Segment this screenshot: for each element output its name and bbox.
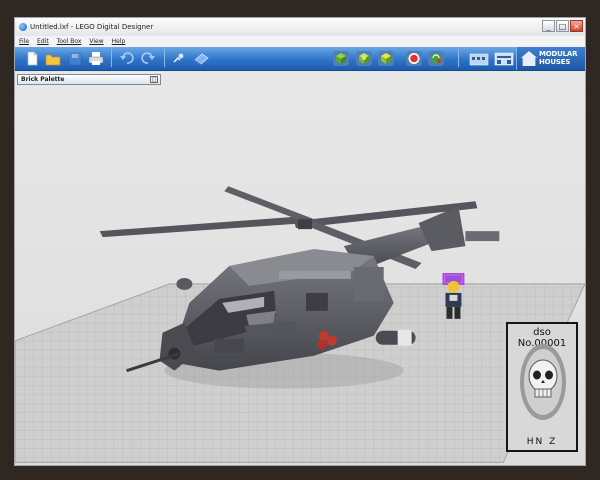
menu-file[interactable]: File — [19, 38, 29, 45]
share-icon[interactable] — [427, 50, 445, 67]
modular-houses-theme[interactable]: MODULAR HOUSES — [516, 47, 585, 70]
bricks-icon[interactable] — [377, 50, 395, 67]
app-icon — [19, 23, 27, 31]
menu-view[interactable]: View — [89, 38, 103, 45]
build-viewport[interactable] — [15, 71, 585, 466]
title-bar[interactable]: Untitled.lxf - LEGO Digital Designer _ □… — [15, 18, 585, 37]
stamp-label: HN Z — [526, 437, 558, 447]
maximize-button[interactable]: □ — [556, 20, 569, 32]
house-icon — [521, 51, 537, 66]
watermark-stamp: dso No.00001 HN Z — [506, 322, 578, 452]
menu-edit[interactable]: Edit — [37, 38, 49, 45]
skull-icon — [520, 344, 566, 420]
build-mode-icon[interactable] — [332, 50, 350, 67]
window-title: Untitled.lxf - LEGO Digital Designer — [30, 23, 154, 31]
menu-bar: File Edit Tool Box View Help — [15, 36, 585, 47]
brick-palette-title: Brick Palette — [21, 76, 65, 83]
toolbar-separator — [111, 49, 112, 67]
menu-help[interactable]: Help — [112, 38, 126, 45]
colors-icon[interactable] — [405, 50, 423, 67]
redo-icon[interactable] — [139, 50, 157, 67]
save-icon[interactable] — [66, 50, 84, 67]
toolbar-separator — [458, 49, 459, 67]
theme-line-1: MODULAR — [539, 50, 578, 58]
toolbar-separator — [164, 49, 165, 67]
help-icon[interactable] — [170, 50, 188, 67]
new-file-icon[interactable] — [23, 50, 41, 67]
palette-toggle-button[interactable]: □ — [150, 76, 158, 83]
open-folder-icon[interactable] — [44, 50, 62, 67]
undo-icon[interactable] — [118, 50, 136, 67]
modular-house-b-icon[interactable] — [493, 50, 515, 67]
lego-designer-window: Untitled.lxf - LEGO Digital Designer _ □… — [14, 17, 586, 466]
window-controls: _ □ × — [542, 20, 583, 32]
camera-icon[interactable] — [192, 50, 210, 67]
modular-house-a-icon[interactable] — [468, 50, 490, 67]
print-icon[interactable] — [87, 50, 105, 67]
close-button[interactable]: × — [570, 20, 583, 32]
toolbar: MODULAR HOUSES — [15, 47, 585, 71]
minimize-button[interactable]: _ — [542, 20, 555, 32]
theme-line-2: HOUSES — [539, 58, 571, 66]
menu-tool-box[interactable]: Tool Box — [57, 38, 82, 45]
brick-palette-panel[interactable]: Brick Palette □ — [17, 74, 161, 85]
view-mode-icon[interactable] — [355, 50, 373, 67]
